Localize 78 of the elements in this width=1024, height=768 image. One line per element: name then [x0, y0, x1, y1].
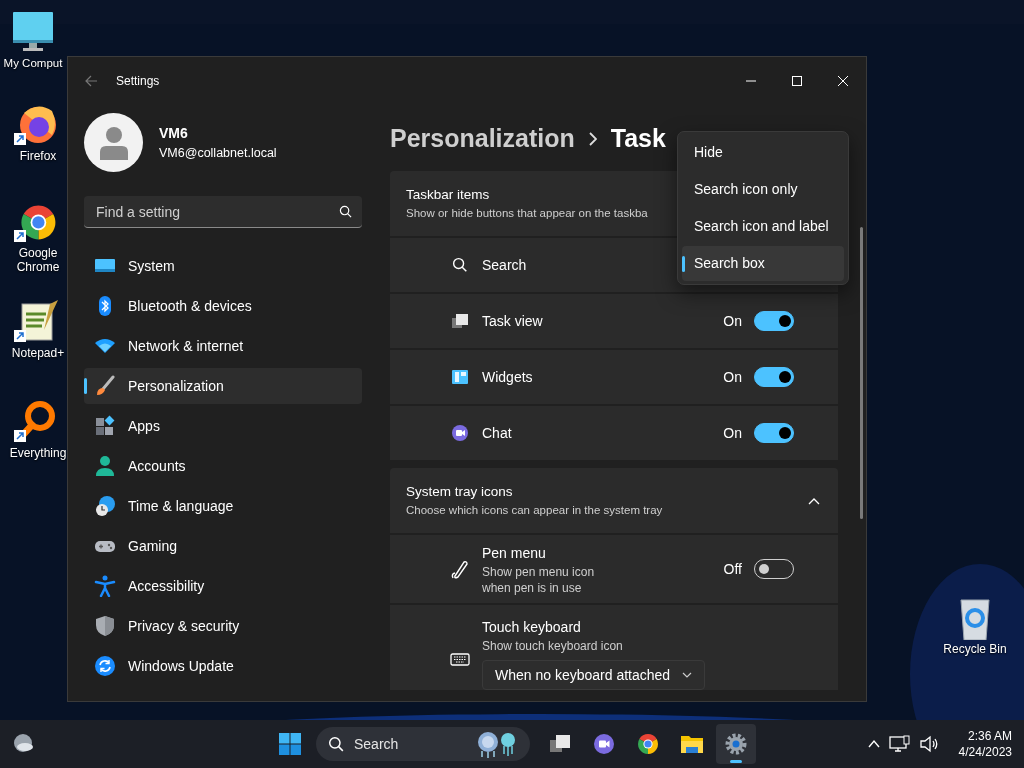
nav-item[interactable]: Apps [84, 408, 362, 444]
setting-label: Search [482, 255, 527, 275]
toggle-switch[interactable] [754, 423, 794, 443]
person-icon [98, 125, 129, 160]
section-title: System tray icons [406, 482, 514, 501]
section-title: Taskbar items [406, 185, 491, 204]
brush-icon [94, 375, 116, 397]
chevron-icon [682, 672, 693, 678]
accessibility-icon [94, 575, 116, 597]
breadcrumb-link[interactable]: Personalization [390, 120, 575, 158]
setting-label: Pen menu [482, 543, 547, 563]
nav-item[interactable]: System [84, 248, 362, 284]
task-view-icon [450, 311, 470, 331]
maximize-icon[interactable] [791, 75, 803, 87]
nav-item[interactable]: Accessibility [84, 568, 362, 604]
pen-icon [450, 559, 470, 579]
person-icon [94, 455, 116, 477]
section-subtitle: Show or hide buttons that appear on the taskba [406, 206, 648, 221]
taskbar-search-box[interactable]: Search [316, 727, 530, 761]
setting-label: Touch keyboard [482, 618, 582, 637]
nav-item[interactable]: Time & language [84, 488, 362, 524]
setting-label: Task view [482, 311, 543, 331]
chat-icon[interactable] [592, 732, 616, 756]
chevron-icon [588, 132, 597, 146]
icon-label: Firefox [19, 149, 57, 163]
gear-icon[interactable] [724, 732, 748, 756]
section-subtitle: Choose which icons can appear in the system tray [406, 503, 663, 518]
chat-icon [450, 423, 470, 443]
icon-label: Notepad+ [11, 346, 65, 360]
dropdown[interactable]: When no keyboard attached [482, 660, 706, 690]
nav-item[interactable]: Personalization [84, 368, 362, 404]
clock-time: 2:36 AM [966, 728, 1012, 744]
widgets-icon [450, 367, 470, 387]
close-icon[interactable] [837, 75, 849, 87]
volume-icon[interactable] [918, 735, 939, 753]
nav-item[interactable]: Bluetooth & devices [84, 288, 362, 324]
network-icon[interactable] [888, 735, 911, 753]
nav-item[interactable]: Windows Update [84, 648, 362, 684]
chevron-icon[interactable] [808, 496, 820, 505]
nav-item[interactable]: Network & internet [84, 328, 362, 364]
clock-icon [94, 495, 116, 517]
section-header[interactable]: System tray icons Choose which icons can appear in the system tray [390, 468, 838, 533]
setting-label: Widgets [482, 367, 533, 387]
back-icon[interactable] [84, 74, 98, 88]
setting-description: Show pen menu icon when pen is in use [482, 563, 595, 596]
nav-item[interactable]: Gaming [84, 528, 362, 564]
user-name: VM6 [159, 123, 189, 143]
chrome-icon[interactable] [636, 732, 660, 756]
page-title: Task [610, 123, 666, 155]
toggle-switch[interactable] [754, 311, 794, 331]
window-title: Settings [116, 73, 160, 90]
clock-date: 4/24/2023 [958, 744, 1012, 760]
toggle-switch[interactable] [754, 367, 794, 387]
scrollbar[interactable] [860, 227, 863, 519]
icon-label: My Comput [3, 56, 63, 70]
toggle-state: Off [723, 559, 742, 579]
apps-icon [94, 415, 116, 437]
shield-icon [94, 615, 116, 637]
search-icon [339, 205, 352, 218]
toggle-state: On [723, 423, 742, 443]
nav-item[interactable]: Privacy & security [84, 608, 362, 644]
clock[interactable]: 2:36 AM 4/24/2023 [958, 728, 1012, 760]
windows-logo-icon[interactable] [278, 732, 302, 756]
search-icon [328, 736, 344, 752]
user-email: VM6@collabnet.local [159, 144, 277, 162]
taskbar-search[interactable]: Search [352, 732, 462, 756]
menu-option[interactable]: Search box [682, 246, 844, 281]
icon-label: Recycle Bin [943, 642, 1007, 656]
menu-option[interactable]: Hide [682, 135, 844, 170]
nav-item[interactable]: Accounts [84, 448, 362, 484]
toggle-state: On [723, 367, 742, 387]
search-icon [450, 255, 470, 275]
icon-label: Everything [9, 446, 67, 460]
update-icon [94, 655, 116, 677]
icon-label: Google Chrome [15, 246, 61, 274]
setting-label: Chat [482, 423, 512, 443]
setting-description: Show touch keyboard icon [482, 638, 624, 654]
toggle-state: On [723, 311, 742, 331]
